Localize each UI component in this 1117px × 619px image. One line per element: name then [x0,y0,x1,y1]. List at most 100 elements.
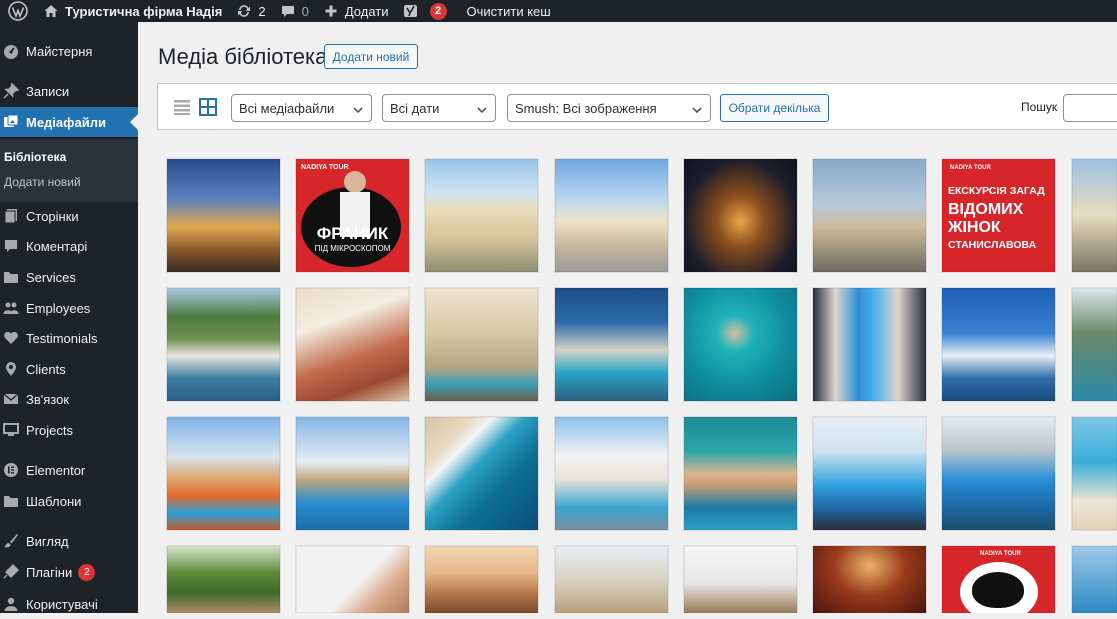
menu-projects[interactable]: Projects [0,415,138,445]
menu-label: Коментарі [26,238,88,254]
media-thumbnail[interactable] [554,158,669,273]
media-thumbnail[interactable] [424,416,539,531]
media-thumbnail[interactable]: NADIYA TOUR ЕКСКУРСІЯ ЗАГАД ВІДОМИХ ЖІНО… [941,158,1056,273]
add-new-label: Додати [344,3,389,19]
media-thumbnail[interactable] [683,545,798,613]
menu-label: Зв'язок [26,391,70,407]
monitor-icon [3,422,19,438]
comment-icon [280,3,296,19]
media-thumbnail[interactable] [812,287,927,402]
heart-icon [3,330,19,346]
chevron-down-icon [692,103,702,114]
media-thumbnail[interactable] [295,287,410,402]
menu-label: Services [26,269,76,285]
location-icon [3,361,19,377]
menu-users[interactable]: Користувачі [0,589,138,619]
page-title: Медіа бібліотека [158,44,328,69]
menu-label: Медіафайли [26,114,106,130]
menu-appearance[interactable]: Вигляд [0,526,138,556]
media-thumbnail[interactable] [812,416,927,531]
submenu-library[interactable]: Бібліотека [4,150,66,164]
admin-bar: Туристична фірма Надія 2 0 Додати 2 Очис… [0,0,1117,22]
search-input[interactable] [1063,94,1117,122]
menu-dashboard[interactable]: Майстерня [0,36,138,66]
yoast-link[interactable]: 2 [396,0,454,22]
media-thumbnail[interactable] [166,158,281,273]
menu-comments[interactable]: Коментарі [0,231,138,261]
media-thumbnail[interactable] [683,158,798,273]
media-thumbnail[interactable] [941,287,1056,402]
media-thumbnail[interactable] [683,416,798,531]
chevron-down-icon [477,103,487,114]
poster-line: ЕКСКУРСІЯ ЗАГАД [948,185,1045,197]
media-thumbnail[interactable] [812,158,927,273]
media-thumbnail[interactable] [1071,545,1117,613]
media-thumbnail[interactable] [166,416,281,531]
media-thumbnail[interactable] [295,545,410,613]
menu-media[interactable]: Медіафайли [0,107,138,137]
media-thumbnail[interactable] [941,416,1056,531]
media-thumbnail[interactable] [295,416,410,531]
menu-testimonials[interactable]: Testimonials [0,323,138,353]
menu-templates[interactable]: Шаблони [0,486,138,516]
media-type-filter-value: Всі медіафайли [239,100,335,116]
menu-label: Користувачі [26,596,98,612]
site-name-link[interactable]: Туристична фірма Надія [36,0,229,22]
wordpress-logo-icon[interactable] [0,0,36,22]
updates-icon [236,3,252,19]
poster-line: ЖІНОК [948,219,1001,236]
menu-elementor[interactable]: Elementor [0,455,138,485]
updates-link[interactable]: 2 [229,0,272,22]
media-thumbnail[interactable] [424,287,539,402]
clear-cache-link[interactable]: Очистити кеш [460,0,558,22]
media-thumbnail[interactable] [554,416,669,531]
updates-count: 2 [258,3,266,19]
menu-pages[interactable]: Сторінки [0,201,138,231]
media-thumbnail[interactable] [812,545,927,613]
menu-label: Elementor [26,462,86,478]
media-thumbnail[interactable] [424,545,539,613]
poster-title: ФРАНИК [316,224,389,243]
media-icon [3,114,19,130]
media-thumbnail[interactable] [166,287,281,402]
menu-clients[interactable]: Clients [0,354,138,384]
add-new-button[interactable]: Додати новий [324,44,418,69]
site-name: Туристична фірма Надія [65,3,223,19]
date-filter[interactable]: Всі дати [382,94,496,122]
folder-icon [3,493,19,509]
media-thumbnail[interactable]: NADIYA TOUR [941,545,1056,613]
smush-filter[interactable]: Smush: Всі зображення [507,94,711,122]
menu-label: Employees [26,300,91,316]
menu-label: Вигляд [26,533,69,549]
brush-icon [3,533,19,549]
media-thumbnail[interactable] [424,158,539,273]
menu-label: Projects [26,422,73,438]
media-thumbnail[interactable] [166,545,281,613]
list-view-icon[interactable] [174,99,190,118]
submenu-add-new[interactable]: Додати новий [4,175,81,189]
menu-label: Плагіни [26,564,73,580]
menu-posts[interactable]: Записи [0,76,138,106]
poster-logo-text: NADIYA TOUR [980,551,1021,557]
menu-services[interactable]: Services [0,262,138,292]
media-thumbnail[interactable] [683,287,798,402]
media-thumbnail[interactable]: NADIYA TOUR ФРАНИК ПІД МІКРОСКОПОМ [295,158,410,273]
poster-line: СТАНИСЛАВОВА [948,239,1037,251]
media-thumbnail[interactable] [554,545,669,613]
media-type-filter[interactable]: Всі медіафайли [231,94,372,122]
grid-view-icon[interactable] [199,98,217,119]
media-thumbnail[interactable] [1071,158,1117,273]
media-thumbnail[interactable] [554,287,669,402]
menu-contact[interactable]: Зв'язок [0,384,138,414]
comments-link[interactable]: 0 [273,0,316,22]
pages-icon [3,208,19,224]
mail-icon [3,391,19,407]
add-new-link[interactable]: Додати [316,0,396,22]
chevron-down-icon [353,103,363,114]
media-thumbnail[interactable] [1071,287,1117,402]
home-icon [43,3,59,19]
menu-plugins[interactable]: Плагіни 2 [0,557,138,587]
media-thumbnail[interactable] [1071,416,1117,531]
bulk-select-button[interactable]: Обрати декілька [720,94,829,122]
menu-employees[interactable]: Employees [0,293,138,323]
